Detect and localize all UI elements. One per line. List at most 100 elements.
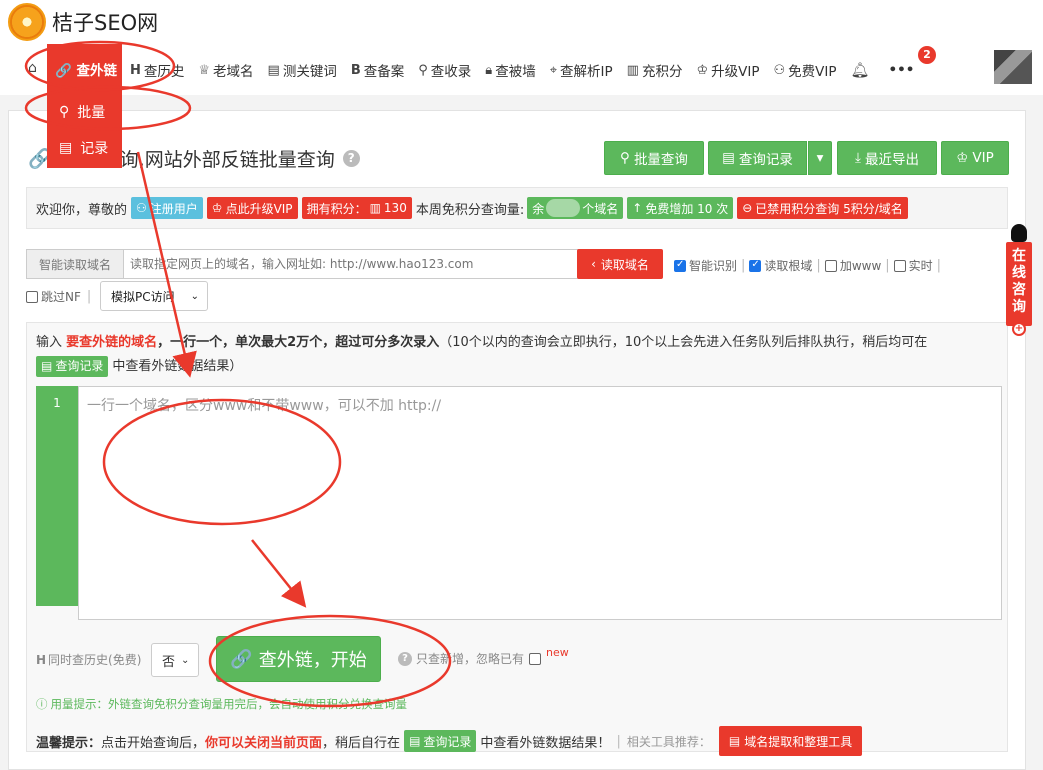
nav-item-blocked[interactable]: 🔒︎ 查被墙	[485, 60, 535, 81]
notification-badge: 2	[918, 46, 936, 64]
reader-options: 智能识别 | 读取根域 | 加www | 实时 |	[674, 257, 945, 274]
read-domain-button[interactable]: ‹ 读取域名	[577, 249, 663, 279]
plus-icon: +	[1012, 322, 1026, 336]
remaining-quota-tag: 余个域名	[527, 197, 624, 219]
lock-icon: 🔒︎	[485, 62, 493, 78]
query-records-dropdown-toggle[interactable]: ▾	[808, 141, 832, 175]
chevron-down-icon: ⌄	[181, 654, 190, 666]
avatar[interactable]	[994, 50, 1032, 84]
usage-tip: ⓘ 用量提示：外链查询免积分查询量用完后，会自动使用积分兑换查询量	[36, 697, 407, 711]
crown-icon: ♔	[211, 201, 223, 215]
start-query-button[interactable]: 🔗 查外链，开始	[216, 636, 381, 682]
site-name: 桔子SEO网	[52, 11, 159, 35]
caret-down-icon: ▾	[816, 150, 824, 166]
only-new-checkbox[interactable]	[529, 652, 542, 665]
domain-extract-tool-button[interactable]: ▤ 域名提取和整理工具	[718, 726, 863, 756]
search-icon: ⚲	[59, 104, 70, 120]
nav-item-old-domain[interactable]: ♕ 老域名	[198, 60, 253, 81]
document-icon: ▤	[267, 62, 280, 78]
more-menu[interactable]: •••	[889, 62, 915, 78]
history-select[interactable]: 否 ⌄	[151, 643, 199, 677]
nav-item-icp[interactable]: B 查备案	[350, 60, 404, 81]
warm-tip: 温馨提示： 点击开始查询后， 你可以关闭当前页面 ，稍后自行在 ▤ 查询记录 中查…	[36, 726, 863, 756]
minus-circle-icon: ⊖	[742, 201, 753, 215]
skip-nf-checkbox[interactable]: 跳过NF	[26, 288, 81, 305]
penguin-icon	[1011, 224, 1027, 242]
realtime-checkbox[interactable]: 实时	[893, 257, 933, 274]
reader-row: 智能读取域名	[26, 249, 599, 279]
domain-textarea[interactable]: 一行一个域名，区分www和不带www，可以不加 http://	[78, 386, 1002, 620]
editor-line-gutter: 1	[36, 386, 78, 606]
crown-icon: ♔	[956, 150, 969, 166]
add-www-checkbox[interactable]: 加www	[824, 257, 881, 274]
trophy-icon: ♕	[198, 62, 211, 78]
upgrade-vip-tag[interactable]: ♔ 点此升级VIP	[206, 197, 298, 219]
info-icon: ⓘ	[36, 697, 48, 711]
nav-item-free-vip[interactable]: ⚇ 免费VIP	[773, 60, 836, 81]
user-icon: ⚇	[136, 201, 147, 215]
chevron-left-icon: ‹	[591, 257, 596, 271]
warm-records-tag[interactable]: ▤ 查询记录	[404, 730, 477, 752]
chevron-down-icon: ⌄	[190, 290, 199, 302]
location-pin-icon: ⌖	[549, 62, 558, 78]
main-nav: H 查历史 ♕ 老域名 ▤ 测关键词 B 查备案 ⚲ 查收录 🔒︎ 查被墙 ⌖ 查解析IP ▥…	[130, 57, 928, 83]
online-consult-widget[interactable]: 在线咨询 +	[1006, 224, 1032, 336]
history-label: H 同时查历史(免费)	[36, 653, 142, 667]
nav-item-dns-ip[interactable]: ⌖ 查解析IP	[549, 60, 613, 81]
link-icon: 🔗	[230, 648, 253, 670]
document-icon: ▤	[722, 150, 735, 166]
search-icon: ⚲	[418, 62, 428, 78]
access-mode-select[interactable]: 模拟PC访问 ⌄	[100, 281, 208, 311]
nav-item-keywords[interactable]: ▤ 测关键词	[267, 60, 337, 81]
site-logo[interactable]: 桔子SEO网	[8, 3, 158, 41]
notification-bell[interactable]: 🔔︎	[851, 61, 873, 79]
points-tag[interactable]: 拥有积分： ▥ 130	[301, 197, 412, 219]
heading-icon: H	[130, 62, 141, 78]
new-badge: new	[546, 646, 569, 659]
records-tag[interactable]: ▤ 查询记录	[36, 355, 109, 377]
smart-detect-checkbox[interactable]: 智能识别	[674, 257, 737, 274]
user-add-icon: ⚇	[773, 62, 786, 78]
nav-item-backlinks[interactable]: 🔗 查外链	[55, 59, 117, 79]
help-icon[interactable]: ?	[342, 150, 360, 167]
register-user-tag[interactable]: ⚇ 注册用户	[131, 197, 203, 219]
recent-export-button[interactable]: ⤓ 最近导出	[837, 141, 937, 175]
free-add-tag[interactable]: ↑ 免费增加 10 次	[627, 197, 734, 219]
read-root-checkbox[interactable]: 读取根域	[749, 257, 812, 274]
bar-chart-icon: ▥	[626, 62, 639, 78]
document-icon: ▤	[41, 359, 53, 373]
vip-button[interactable]: ♔ VIP	[941, 141, 1009, 175]
dropdown-item-batch[interactable]: ⚲ 批量	[59, 102, 105, 122]
query-records-button[interactable]: ▤ 查询记录	[708, 141, 807, 175]
nav-item-upgrade-vip[interactable]: ♔ 升级VIP	[696, 60, 759, 81]
bold-b-icon: B	[350, 62, 361, 78]
batch-query-button[interactable]: ⚲ 批量查询	[604, 141, 704, 175]
disabled-points-tag[interactable]: ⊖ 已禁用积分查询 5积分/域名	[737, 197, 908, 219]
only-new-option: ? 只查新增，忽略已有 new	[398, 646, 569, 667]
welcome-bar: 欢迎你，尊敬的 ⚇ 注册用户 ♔ 点此升级VIP 拥有积分： ▥ 130 本周免积分查询…	[26, 187, 1008, 229]
search-icon: ⚲	[620, 150, 630, 166]
dropdown-item-records[interactable]: ▤ 记录	[59, 138, 108, 158]
reader-label: 智能读取域名	[26, 249, 124, 279]
reader-url-input[interactable]	[124, 249, 599, 279]
home-icon[interactable]: ⌂	[28, 60, 37, 76]
document-icon: ▤	[728, 734, 741, 748]
blurred-count	[546, 199, 581, 217]
nav-item-history[interactable]: H 查历史	[130, 60, 184, 81]
backlink-dropdown: ⚲ 批量 ▤ 记录	[47, 92, 122, 168]
nav-item-index[interactable]: ⚲ 查收录	[418, 60, 471, 81]
bar-chart-icon: ▥	[369, 201, 381, 215]
bell-icon: 🔔︎	[850, 61, 870, 79]
crown-icon: ♔	[696, 62, 709, 78]
help-icon[interactable]: ?	[398, 651, 412, 666]
heading-icon: H	[36, 653, 47, 667]
link-icon: 🔗	[55, 63, 72, 79]
download-icon: ⤓	[855, 150, 861, 166]
skip-nf-option: 跳过NF |	[26, 288, 91, 305]
arrow-up-icon: ↑	[632, 201, 643, 215]
nav-item-recharge[interactable]: ▥ 充积分	[626, 60, 683, 81]
input-instructions: 输入 要查外链的域名，一行一个，单次最大2万个，超过可分多次录入（10个以内的查…	[36, 331, 1006, 379]
document-icon: ▤	[409, 734, 421, 748]
document-icon: ▤	[59, 140, 73, 156]
orange-logo-icon	[8, 3, 46, 41]
